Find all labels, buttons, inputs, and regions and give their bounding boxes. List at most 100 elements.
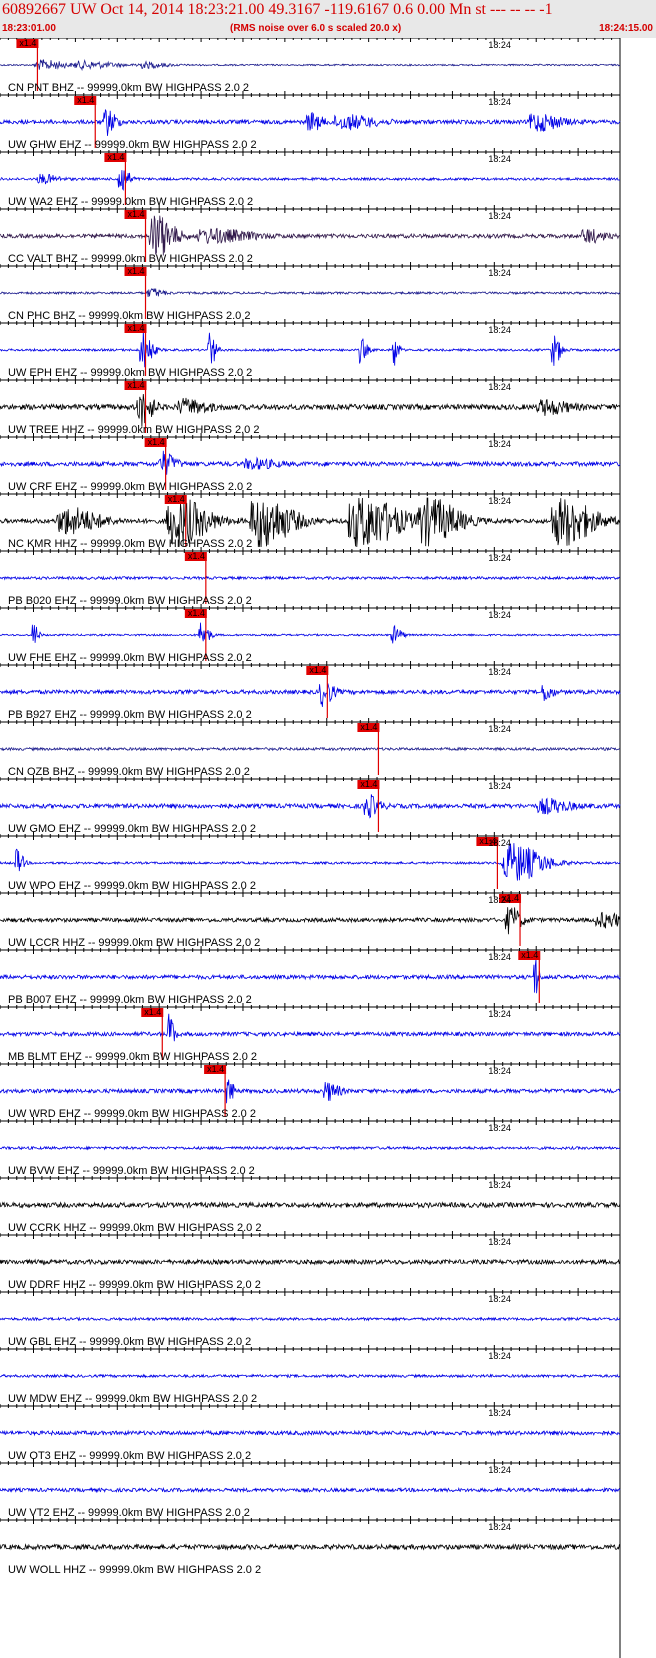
event-title: 60892667 UW Oct 14, 2014 18:23:21.00 49.… — [2, 1, 553, 18]
minute-label: 18:24 — [488, 781, 511, 791]
trace-line — [0, 215, 621, 256]
minute-label: 18:24 — [488, 211, 511, 221]
scaling-note: (RMS noise over 6.0 s scaled 20.0 x) — [230, 23, 402, 34]
trace-line — [0, 1079, 621, 1104]
minute-label: 18:24 — [488, 1237, 511, 1247]
trace-line — [0, 1201, 621, 1209]
station-label: PB B927 EHZ -- 99999.0km BW HIGHPASS 2.0… — [8, 709, 252, 721]
station-label: UW CCRK HHZ -- 99999.0km BW HIGHPASS 2.0… — [8, 1222, 261, 1234]
pick-label: x1.4 — [144, 1007, 161, 1017]
station-label: UW CRF EHZ -- 99999.0km BW HIGHPASS 2.0 … — [8, 481, 252, 493]
station-label: NC KMR HHZ -- 99999.0km BW HIGHPASS 2.0 … — [8, 538, 252, 550]
trace-line — [0, 170, 621, 191]
station-label: UW DDRF HHZ -- 99999.0km BW HIGHPASS 2.0… — [8, 1279, 261, 1291]
pick-label: x1.4 — [77, 95, 94, 105]
minute-label: 18:24 — [488, 382, 511, 392]
pick-label: x1.4 — [107, 152, 124, 162]
station-label: UW WOLL HHZ -- 99999.0km BW HIGHPASS 2.0… — [8, 1564, 261, 1576]
trace-line — [0, 843, 621, 881]
station-label: PB B020 EHZ -- 99999.0km BW HIGHPASS 2.0… — [8, 595, 252, 607]
trace-line — [0, 1373, 621, 1379]
minute-label: 18:24 — [488, 154, 511, 164]
minute-label: 18:24 — [488, 1180, 511, 1190]
station-label: UW OT3 EHZ -- 99999.0km BW HIGHPASS 2.0 … — [8, 1450, 251, 1462]
minute-label: 18:24 — [488, 667, 511, 677]
minute-label: 18:24 — [488, 724, 511, 734]
pick-label: x1.4 — [128, 209, 145, 219]
minute-label: 18:24 — [488, 1522, 511, 1532]
station-label: CN PNT BHZ -- 99999.0km BW HIGHPASS 2.0 … — [8, 82, 249, 94]
pick-label: x1.4 — [19, 38, 36, 48]
trace-line — [0, 958, 621, 994]
station-label: CC VALT BHZ -- 99999.0km BW HIGHPASS 2.0… — [8, 253, 253, 265]
trace-line — [0, 1543, 621, 1551]
station-label: UW VT2 EHZ -- 99999.0km BW HIGHPASS 2.0 … — [8, 1507, 250, 1519]
end-time-label: 18:24:15.00 — [599, 23, 653, 34]
trace-line — [0, 907, 621, 935]
trace-line — [0, 450, 621, 475]
trace-layer — [0, 59, 621, 1551]
station-label: UW GMO EHZ -- 99999.0km BW HIGHPASS 2.0 … — [8, 823, 256, 835]
minute-label: 18:24 — [488, 1465, 511, 1475]
trace-line — [0, 59, 621, 72]
trace-line — [0, 393, 621, 427]
minute-label: 18:24 — [488, 1294, 511, 1304]
station-label: UW EPH EHZ -- 99999.0km BW HIGHPASS 2.0 … — [8, 367, 252, 379]
minute-label: 18:24 — [488, 895, 511, 905]
station-label: UW FHE EHZ -- 99999.0km BW HIGHPASS 2.0 … — [8, 652, 252, 664]
minute-label: 18:24 — [488, 1408, 511, 1418]
trace-line — [0, 1486, 621, 1494]
pick-label: x1.4 — [309, 665, 326, 675]
station-label: UW TREE HHZ -- 99999.0km BW HIGHPASS 2.0… — [8, 424, 259, 436]
minute-label: 18:24 — [488, 439, 511, 449]
minute-label: 18:24 — [488, 40, 511, 50]
trace-line — [0, 1013, 621, 1042]
pick-label: x1.4 — [128, 323, 145, 333]
pick-label: x1.4 — [128, 266, 145, 276]
station-label: UW GBL EHZ -- 99999.0km BW HIGHPASS 2.0 … — [8, 1336, 251, 1348]
station-label: CN PHC BHZ -- 99999.0km BW HIGHPASS 2.0 … — [8, 310, 250, 322]
trace-line — [0, 1145, 621, 1151]
minute-label: 18:24 — [488, 952, 511, 962]
trace-line — [0, 683, 621, 707]
minute-label: 18:24 — [488, 838, 511, 848]
station-label: UW GHW EHZ -- 99999.0km BW HIGHPASS 2.0 … — [8, 139, 257, 151]
station-label: UW LCCR HHZ -- 99999.0km BW HIGHPASS 2.0… — [8, 937, 260, 949]
trace-line — [0, 575, 621, 581]
pick-label: x1.4 — [128, 380, 145, 390]
station-label: UW MDW EHZ -- 99999.0km BW HIGHPASS 2.0 … — [8, 1393, 257, 1405]
trace-line — [0, 1429, 621, 1437]
station-label: MB BLMT EHZ -- 99999.0km BW HIGHPASS 2.0… — [8, 1051, 257, 1063]
trace-line — [0, 1316, 621, 1322]
minute-label: 18:24 — [488, 1351, 511, 1361]
pick-label: x1.4 — [521, 950, 538, 960]
station-label: CN OZB BHZ -- 99999.0km BW HIGHPASS 2.0 … — [8, 766, 250, 778]
trace-line — [0, 622, 621, 644]
pick-label: x1.4 — [168, 494, 185, 504]
trace-line — [0, 288, 621, 297]
station-label: UW WRD EHZ -- 99999.0km BW HIGHPASS 2.0 … — [8, 1108, 256, 1120]
minute-label: 18:24 — [488, 610, 511, 620]
station-label: UW WA2 EHZ -- 99999.0km BW HIGHPASS 2.0 … — [8, 196, 253, 208]
minute-label: 18:24 — [488, 268, 511, 278]
minute-label: 18:24 — [488, 496, 511, 506]
pick-label: x1.4 — [148, 437, 165, 447]
pick-label: x1.4 — [207, 1064, 224, 1074]
minute-label: 18:24 — [488, 553, 511, 563]
pick-label: x1.4 — [360, 779, 377, 789]
seismogram-plot: x1.4 x1.4 x1.4 x1.4 x1.4 x1.4 x1.4 x1.4 x1.4 x1.4… — [0, 38, 621, 1658]
pick-label: x1.4 — [188, 608, 205, 618]
minute-label: 18:24 — [488, 1066, 511, 1076]
start-time-label: 18:23:01.00 — [2, 23, 56, 34]
trace-line — [0, 794, 621, 819]
minute-label: 18:24 — [488, 325, 511, 335]
plot-header: 60892667 UW Oct 14, 2014 18:23:21.00 49.… — [0, 0, 656, 38]
pick-label: x1.4 — [188, 551, 205, 561]
station-label: UW WPO EHZ -- 99999.0km BW HIGHPASS 2.0 … — [8, 880, 256, 892]
plot-grid — [0, 38, 621, 1658]
trace-line — [0, 109, 621, 136]
trace-line — [0, 746, 621, 752]
pick-label: x1.4 — [360, 722, 377, 732]
station-label: UW BVW EHZ -- 99999.0km BW HIGHPASS 2.0 … — [8, 1165, 255, 1177]
station-label: PB B007 EHZ -- 99999.0km BW HIGHPASS 2.0… — [8, 994, 252, 1006]
